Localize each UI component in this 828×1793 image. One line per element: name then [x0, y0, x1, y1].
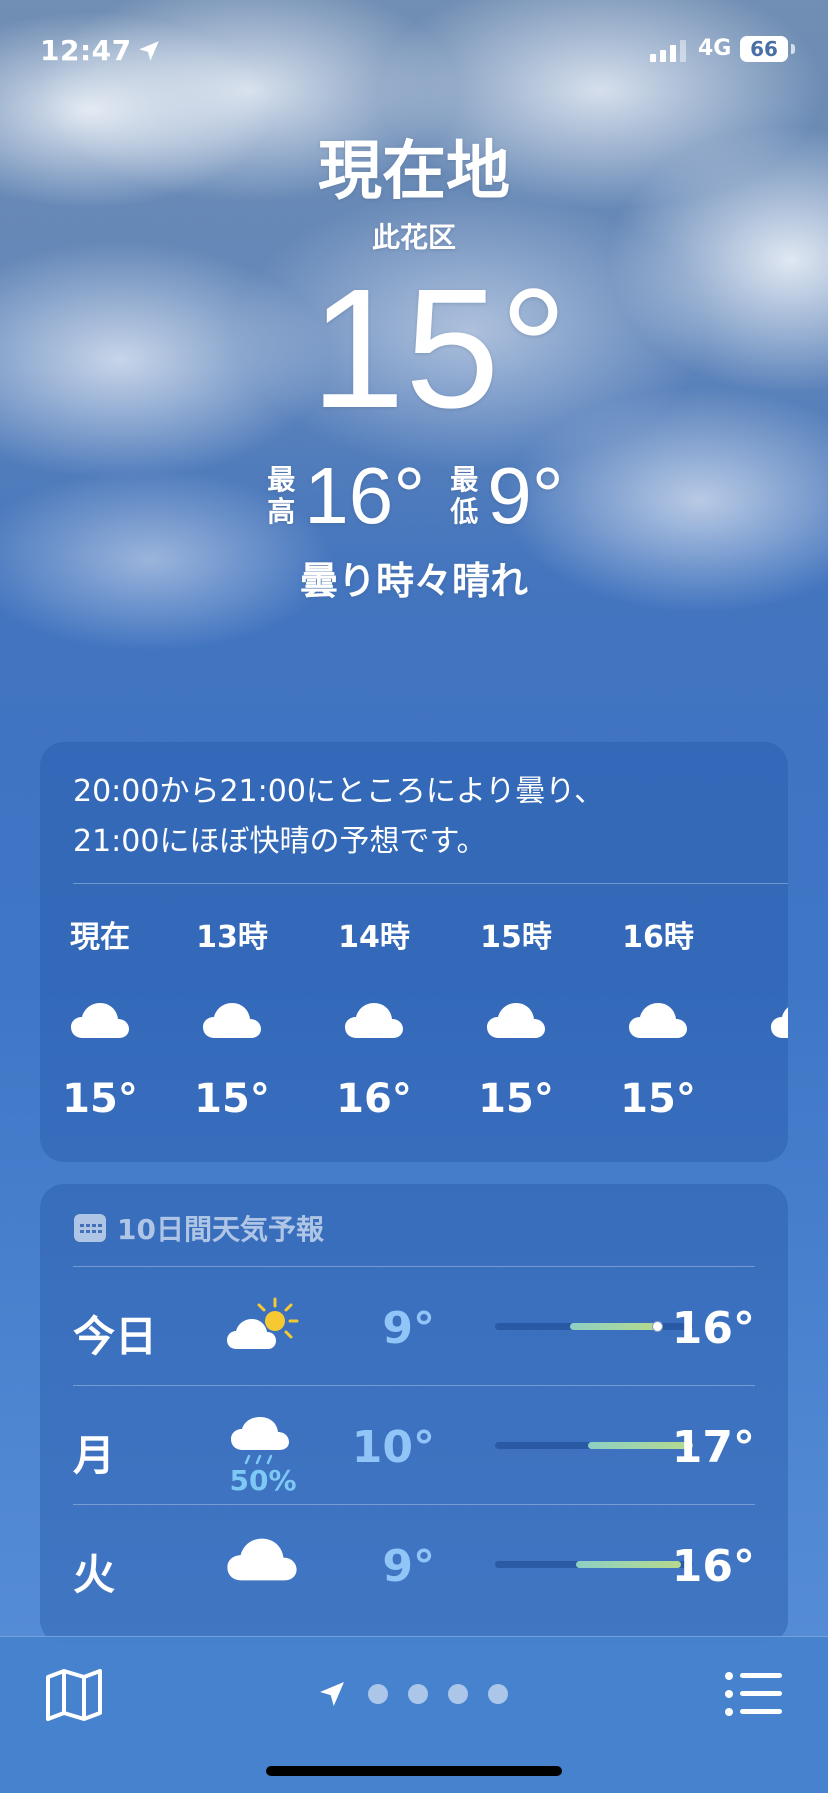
location-arrow-icon[interactable] — [316, 1678, 348, 1710]
battery-tip — [791, 44, 795, 54]
home-indicator[interactable] — [266, 1766, 562, 1776]
battery-icon: 66 — [740, 36, 788, 62]
hour-temperature: 15° — [620, 1076, 696, 1122]
hour-temperature: 15° — [62, 1076, 138, 1122]
low-temp-group: 最 低 9° — [447, 450, 564, 542]
current-temperature: 15° — [310, 254, 568, 444]
hour-label: 1 — [745, 912, 788, 952]
hour-temperature: 1 — [745, 1076, 788, 1122]
ten-day-title: 10日間天気予報 — [117, 1213, 324, 1246]
forecast-summary: 20:00から21:00にところにより曇り、 21:00にほぼ快晴の予想です。 — [73, 767, 763, 867]
calendar-icon — [74, 1214, 106, 1242]
temp-range-bar — [495, 1321, 693, 1332]
page-indicator[interactable] — [316, 1669, 508, 1719]
hourly-forecast-card[interactable]: 20:00から21:00にところにより曇り、 21:00にほぼ快晴の予想です。 … — [40, 742, 788, 1162]
hour-label: 13時 — [196, 920, 268, 955]
high-label-char: 最 — [267, 463, 296, 496]
hour-column: 15時 15° — [461, 912, 571, 1122]
low-temperature: 9° — [487, 451, 564, 540]
page-dot[interactable] — [408, 1684, 428, 1704]
day-label: 今日 — [73, 1312, 158, 1361]
temp-range-bar — [495, 1442, 693, 1449]
temp-range-bar — [495, 1561, 693, 1568]
sublocation: 此花区 — [371, 221, 456, 254]
high-temp-group: 最 高 16° — [264, 450, 425, 542]
condition-text: 曇り時々晴れ — [299, 559, 528, 603]
temp-range-fill — [570, 1323, 658, 1330]
ten-day-forecast-card[interactable]: 10日間天気予報 今日 9° 16° 月 50% 10° 17° 火 9° 16° — [40, 1184, 788, 1644]
current-weather: 現在地 此花区 15° 最 高 16° 最 低 9° 曇り時々晴れ — [0, 130, 828, 605]
page-dot[interactable] — [448, 1684, 468, 1704]
high-temperature: 16° — [304, 451, 426, 540]
high-label: 最 高 — [264, 464, 298, 528]
low-label-char: 最 — [450, 463, 479, 496]
cloud-icon — [201, 1000, 263, 1040]
cloud-icon — [225, 1535, 299, 1591]
status-bar: 12:47 4G 66 — [0, 30, 828, 70]
location-arrow-icon — [139, 41, 159, 61]
list-icon[interactable] — [724, 1669, 784, 1719]
hour-label: 現在 — [70, 920, 130, 955]
low-label: 最 低 — [447, 464, 481, 528]
current-temp-dot — [652, 1321, 664, 1332]
low-temperature: 9° — [382, 1541, 435, 1592]
signal-icon — [650, 40, 686, 62]
day-label: 月 — [73, 1431, 116, 1480]
high-low: 最 高 16° 最 低 9° — [0, 451, 828, 540]
page-dot[interactable] — [368, 1684, 388, 1704]
daily-row[interactable]: 月 50% 10° 17° — [73, 1385, 755, 1504]
hour-column: 14時 16° — [319, 912, 429, 1122]
hour-label: 14時 — [338, 920, 410, 955]
low-label-char: 低 — [450, 495, 479, 528]
summary-line: 20:00から21:00にところにより曇り、 — [73, 774, 605, 809]
ten-day-header: 10日間天気予報 — [73, 1208, 324, 1248]
high-label-char: 高 — [267, 495, 296, 528]
network-type: 4G — [698, 36, 732, 61]
daily-row[interactable]: 火 9° 16° — [73, 1504, 755, 1623]
day-label: 火 — [73, 1550, 116, 1599]
high-temperature: 16° — [671, 1541, 755, 1592]
low-temperature: 10° — [351, 1422, 435, 1473]
hour-column: 13時 15° — [177, 912, 287, 1122]
daily-row[interactable]: 今日 9° 16° — [73, 1266, 755, 1385]
hour-column: 16時 15° — [603, 912, 713, 1122]
temp-range-fill — [576, 1561, 682, 1568]
page-dot[interactable] — [488, 1684, 508, 1704]
hour-column: 現在 15° — [45, 912, 155, 1122]
low-temperature: 9° — [382, 1303, 435, 1354]
hour-label: 15時 — [480, 920, 552, 955]
hour-temperature: 15° — [194, 1076, 270, 1122]
cloud-icon — [769, 1000, 788, 1040]
precip-chance: 50% — [229, 1464, 297, 1497]
cloud-icon — [343, 1000, 405, 1040]
location-title: 現在地 — [318, 135, 510, 209]
hour-temperature: 15° — [478, 1076, 554, 1122]
high-temperature: 17° — [671, 1422, 755, 1473]
summary-line: 21:00にほぼ快晴の予想です。 — [73, 824, 487, 859]
status-time: 12:47 — [40, 34, 132, 67]
map-icon[interactable] — [44, 1667, 104, 1723]
cloud-icon — [485, 1000, 547, 1040]
hour-label: 16時 — [622, 920, 694, 955]
cloud-icon — [69, 1000, 131, 1040]
high-temperature: 16° — [671, 1303, 755, 1354]
divider — [73, 883, 788, 884]
partly-sunny-icon — [225, 1297, 299, 1353]
hour-temperature: 16° — [336, 1076, 412, 1122]
hour-column: 1 1 — [745, 912, 788, 1122]
cloud-icon — [627, 1000, 689, 1040]
